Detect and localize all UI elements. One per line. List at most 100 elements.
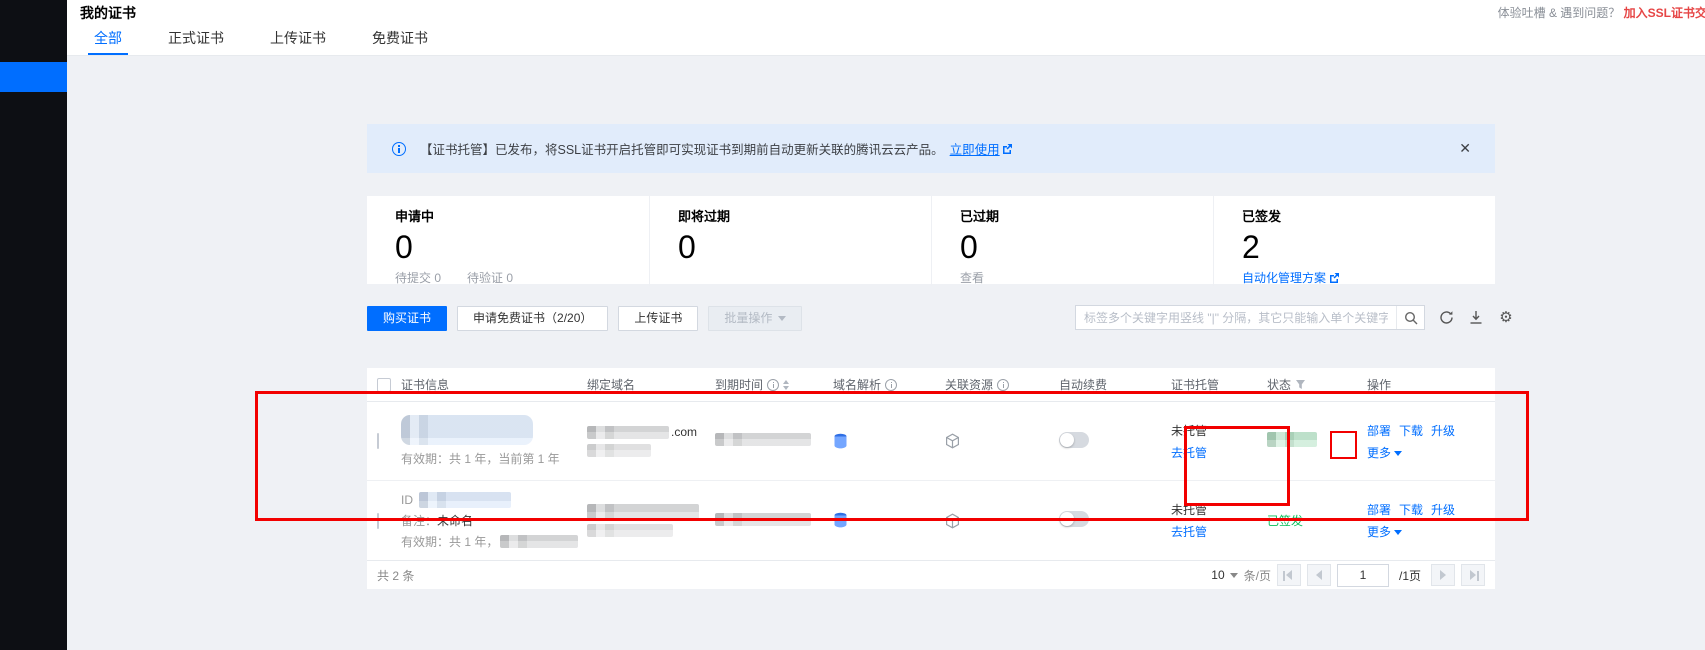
stats-panel: 申请中 0 待提交 0 待验证 0 即将过期 0 已过期 0 查看 已签发 2	[367, 196, 1495, 284]
validity-text: 有效期：共 1 年，	[401, 533, 498, 550]
upload-cert-button[interactable]: 上传证书	[618, 306, 698, 331]
domain-suffix: .com	[671, 425, 697, 439]
tab-upload-cert[interactable]: 上传证书	[270, 25, 326, 55]
tab-formal-cert[interactable]: 正式证书	[168, 25, 224, 55]
redacted-domain	[587, 504, 699, 519]
info-icon	[997, 379, 1009, 391]
tab-free-cert[interactable]: 免费证书	[372, 25, 428, 55]
stat-value: 2	[1242, 227, 1495, 267]
search-icon[interactable]	[1396, 306, 1424, 329]
col-resources: 关联资源	[945, 376, 1059, 393]
domain-cell	[587, 504, 715, 537]
col-hosting: 证书托管	[1171, 376, 1267, 393]
upgrade-link[interactable]: 升级	[1431, 501, 1455, 518]
prev-page-button[interactable]	[1307, 564, 1331, 586]
apply-free-cert-button[interactable]: 申请免费证书（2/20）	[457, 306, 608, 331]
redacted-status	[1267, 432, 1317, 447]
banner-text: 【证书托管】已发布，将SSL证书开启托管即可实现证书到期前自动更新关联的腾讯云云…	[420, 139, 944, 158]
per-page-label: 条/页	[1244, 567, 1271, 584]
last-page-button[interactable]	[1461, 564, 1485, 586]
col-expiry: 到期时间	[715, 376, 833, 393]
cert-info-cell: ID 备注：未命名 有效期：共 1 年，	[401, 492, 587, 550]
filter-icon[interactable]	[1295, 379, 1306, 390]
stat-label: 即将过期	[678, 206, 931, 225]
status-cell	[1267, 432, 1367, 450]
resource-cube-icon[interactable]	[945, 513, 960, 529]
row-checkbox[interactable]	[377, 433, 379, 449]
more-link[interactable]: 更多	[1367, 444, 1402, 461]
status-cell: 已签发	[1267, 512, 1367, 529]
dns-cloud-icon[interactable]	[833, 433, 848, 450]
table-row: 有效期：共 1 年，当前第 1 年 .com	[367, 402, 1495, 480]
deploy-link[interactable]: 部署	[1367, 501, 1391, 518]
download-icon[interactable]	[1467, 308, 1485, 326]
dns-cloud-icon[interactable]	[833, 512, 848, 529]
stat-card-expired: 已过期 0 查看	[931, 196, 1213, 286]
actions-cell: 部署 下载 升级 更多	[1367, 501, 1485, 540]
hosting-status: 未托管	[1171, 501, 1267, 518]
stat-sub-pending-verify: 待验证 0	[467, 269, 513, 286]
stat-label: 已过期	[960, 206, 1213, 225]
redacted-cert-id	[419, 492, 511, 508]
automation-plan-link[interactable]: 自动化管理方案	[1242, 269, 1340, 286]
total-pages-label: /1页	[1399, 567, 1421, 584]
sidebar-active-item[interactable]	[0, 62, 67, 92]
go-hosting-link[interactable]: 去托管	[1171, 523, 1267, 540]
stat-view-link[interactable]: 查看	[960, 269, 984, 286]
more-link[interactable]: 更多	[1367, 523, 1402, 540]
topbar: 我的证书 体验吐槽 & 遇到问题？ 加入SSL证书交流 全部 正式证书 上传证书…	[67, 0, 1705, 56]
col-status: 状态	[1267, 376, 1367, 393]
feedback-area: 体验吐槽 & 遇到问题？ 加入SSL证书交流	[1498, 4, 1705, 21]
banner-use-link[interactable]: 立即使用	[950, 139, 1000, 158]
domain-cell: .com	[587, 425, 715, 457]
resource-cell	[945, 513, 1059, 529]
stat-card-issued: 已签发 2 自动化管理方案	[1213, 196, 1495, 286]
redacted-expiry-date	[715, 433, 811, 446]
page-size-select[interactable]: 10	[1211, 568, 1237, 582]
download-link[interactable]: 下载	[1399, 501, 1423, 518]
redacted-cert-name	[401, 415, 533, 445]
deploy-link[interactable]: 部署	[1367, 422, 1391, 439]
search-input[interactable]	[1076, 311, 1396, 325]
next-page-button[interactable]	[1431, 564, 1455, 586]
close-icon[interactable]: ✕	[1455, 140, 1475, 157]
expiry-cell	[715, 433, 833, 449]
hosting-cell: 未托管 去托管	[1171, 422, 1267, 461]
page-number-input[interactable]: 1	[1337, 564, 1389, 587]
tab-all[interactable]: 全部	[94, 25, 122, 55]
stat-sub-pending-submit: 待提交 0	[395, 269, 441, 286]
upgrade-link[interactable]: 升级	[1431, 422, 1455, 439]
next-page-icon	[1440, 570, 1446, 580]
hosting-status: 未托管	[1171, 422, 1267, 439]
table-footer: 共 2 条 10 条/页 1 /1页	[367, 560, 1495, 589]
pagination: 10 条/页 1 /1页	[1211, 564, 1485, 587]
select-all-checkbox[interactable]	[377, 378, 391, 392]
refresh-icon[interactable]	[1437, 308, 1455, 326]
stat-card-expiring: 即将过期 0	[649, 196, 931, 286]
stat-label: 申请中	[395, 206, 649, 225]
expiry-cell	[715, 513, 833, 529]
resource-cube-icon[interactable]	[945, 433, 960, 449]
batch-operation-button[interactable]: 批量操作	[708, 306, 802, 331]
id-label: ID	[401, 493, 413, 507]
auto-renew-toggle[interactable]	[1059, 511, 1089, 527]
row-checkbox[interactable]	[377, 513, 379, 529]
table-row: ID 备注：未命名 有效期：共 1 年，	[367, 480, 1495, 560]
go-hosting-link[interactable]: 去托管	[1171, 444, 1267, 461]
auto-renew-toggle[interactable]	[1059, 432, 1089, 448]
auto-renew-cell	[1059, 432, 1171, 451]
buy-cert-button[interactable]: 购买证书	[367, 306, 447, 331]
gear-icon[interactable]: ⚙	[1497, 308, 1515, 326]
first-page-button[interactable]	[1277, 564, 1301, 586]
feedback-text: 体验吐槽 & 遇到问题？	[1498, 6, 1621, 20]
cert-info-cell: 有效期：共 1 年，当前第 1 年	[401, 415, 587, 467]
sort-icon[interactable]	[783, 380, 789, 390]
validity-text: 有效期：共 1 年，当前第 1 年	[401, 450, 587, 467]
prev-page-icon	[1316, 570, 1322, 580]
download-link[interactable]: 下载	[1399, 422, 1423, 439]
feedback-link[interactable]: 加入SSL证书交流	[1624, 6, 1705, 20]
col-cert-info: 证书信息	[401, 376, 587, 393]
sidebar	[0, 0, 67, 650]
search-box	[1075, 305, 1425, 330]
info-icon	[885, 379, 897, 391]
